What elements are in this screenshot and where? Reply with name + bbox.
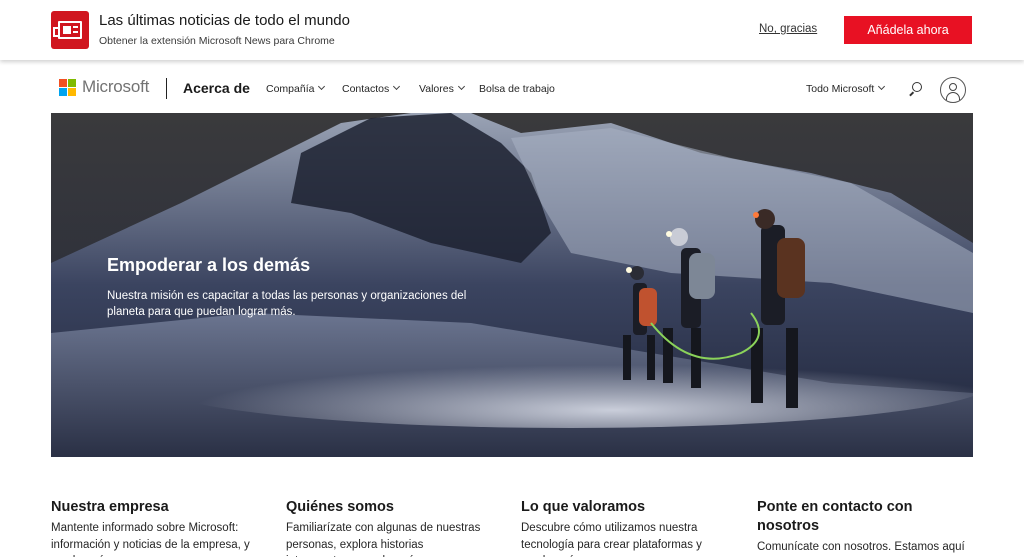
- promo-subtitle: Obtener la extensión Microsoft News para…: [99, 35, 335, 47]
- column-text: Familiarízate con algunas de nuestras pe…: [286, 522, 481, 557]
- microsoft-logo-icon[interactable]: [59, 79, 77, 97]
- column-what-we-value: Lo que valoramos Descubre cómo utilizamo…: [521, 498, 721, 557]
- chevron-down-icon: [878, 82, 886, 91]
- nav-item-label: Valores: [419, 83, 454, 95]
- column-text: Descubre cómo utilizamos nuestra tecnolo…: [521, 522, 702, 557]
- no-thanks-link[interactable]: No, gracias: [759, 23, 817, 35]
- news-icon: [51, 11, 89, 49]
- hero-title: Empoderar a los demás: [107, 255, 311, 275]
- brand-name[interactable]: Microsoft: [82, 77, 149, 97]
- header-divider: [166, 78, 167, 99]
- column-who-we-are: Quiénes somos Familiarízate con algunas …: [286, 498, 486, 557]
- column-title[interactable]: Ponte en contacto con nosotros: [757, 498, 972, 536]
- hero-banner: Empoderar a los demás Nuestra misión es …: [51, 113, 973, 457]
- site-header: Microsoft Acerca de Compañía Contactos V…: [0, 66, 1024, 112]
- search-icon[interactable]: [909, 82, 923, 97]
- nav-item-values[interactable]: Valores: [419, 82, 465, 95]
- nav-item-company[interactable]: Compañía: [266, 82, 326, 95]
- chevron-down-icon: [457, 82, 465, 91]
- all-microsoft-menu[interactable]: Todo Microsoft: [806, 82, 886, 95]
- chevron-down-icon: [318, 82, 326, 91]
- chevron-down-icon: [393, 82, 401, 91]
- hero-description: Nuestra misión es capacitar a todas las …: [107, 290, 467, 318]
- nav-item-label: Bolsa de trabajo: [479, 83, 555, 95]
- all-microsoft-label: Todo Microsoft: [806, 83, 875, 95]
- promo-title: Las últimas noticias de todo el mundo: [99, 12, 350, 29]
- column-title[interactable]: Lo que valoramos: [521, 498, 721, 517]
- column-text: Mantente informado sobre Microsoft: info…: [51, 522, 250, 557]
- column-text: Comunícate con nosotros. Estamos aquí pa…: [757, 541, 965, 553]
- extension-promo-banner: Las últimas noticias de todo el mundo Ob…: [0, 0, 1024, 60]
- column-our-company: Nuestra empresa Mantente informado sobre…: [51, 498, 251, 557]
- account-icon[interactable]: [940, 77, 966, 103]
- column-title[interactable]: Quiénes somos: [286, 498, 486, 517]
- nav-item-jobs[interactable]: Bolsa de trabajo: [479, 83, 555, 95]
- section-title[interactable]: Acerca de: [183, 80, 250, 96]
- nav-item-contacts[interactable]: Contactos: [342, 82, 401, 95]
- nav-item-label: Compañía: [266, 83, 315, 95]
- column-contact-us: Ponte en contacto con nosotros Comunícat…: [757, 498, 972, 557]
- hero-mountain-image: [51, 113, 973, 457]
- add-extension-button[interactable]: Añádela ahora: [844, 16, 972, 44]
- nav-item-label: Contactos: [342, 83, 390, 95]
- column-title[interactable]: Nuestra empresa: [51, 498, 251, 517]
